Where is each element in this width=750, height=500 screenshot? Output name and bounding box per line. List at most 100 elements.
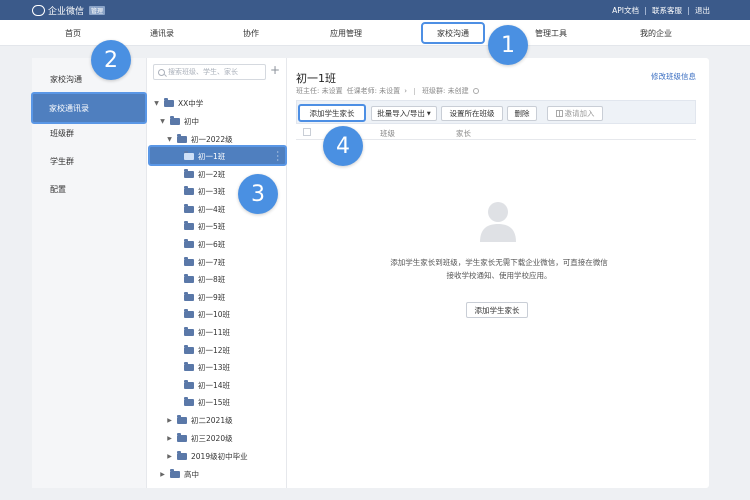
tree-node-label: 初一2022级: [191, 134, 233, 144]
sidebar-item-class-groups[interactable]: 班级群: [50, 128, 74, 139]
badge-number: 3: [251, 181, 265, 207]
nav-home-school[interactable]: 家校沟通: [421, 22, 485, 44]
tree-node-class[interactable]: 初一9班: [184, 291, 225, 303]
button-label: 删除: [514, 109, 530, 118]
tree-node-class[interactable]: 初一3班: [184, 186, 225, 198]
folder-icon: [170, 115, 180, 125]
folder-icon: [184, 397, 194, 407]
caret-down-icon[interactable]: ▼: [153, 100, 160, 107]
folder-icon: [184, 379, 194, 389]
sidebar-item-home-school[interactable]: 家校沟通: [50, 74, 82, 85]
nav-app-management[interactable]: 应用管理: [330, 28, 362, 39]
tree-node-grade-2021[interactable]: ▶ 初二2021级: [166, 414, 233, 426]
tree-node-label: 初中: [184, 116, 199, 126]
button-label: 添加学生家长: [309, 108, 355, 118]
tree-node-class-1[interactable]: 初一1班: [184, 150, 225, 162]
folder-icon: [184, 344, 194, 354]
caret-down-icon[interactable]: ▼: [159, 118, 166, 125]
tree-node-class[interactable]: 初一10班: [184, 309, 230, 321]
column-class: 班级: [380, 129, 395, 138]
tree-node-label: 初一1班: [198, 151, 226, 161]
caret-right-icon[interactable]: ▶: [166, 417, 173, 424]
select-all-checkbox[interactable]: [303, 128, 311, 136]
nav-contacts[interactable]: 通讯录: [150, 28, 174, 39]
brand-logo[interactable]: 企业微信 管理: [32, 4, 106, 17]
tree-node-class[interactable]: 初一15班: [184, 397, 230, 409]
search-icon: [158, 68, 165, 76]
info-icon[interactable]: [472, 88, 479, 94]
tree-node-label: 初一4班: [198, 204, 226, 214]
folder-icon: [184, 168, 194, 178]
tree-node-class[interactable]: 初一6班: [184, 238, 225, 250]
add-icon[interactable]: +: [270, 63, 280, 77]
tree-node-grade-2022[interactable]: ▼ 初一2022级: [166, 133, 233, 145]
tree-node-class[interactable]: 初一14班: [184, 379, 230, 391]
tree-node-label: 初一7班: [198, 257, 226, 267]
tree-node-label: 初二2021级: [191, 415, 233, 425]
folder-icon: [184, 362, 194, 372]
delete-button[interactable]: 删除: [507, 106, 537, 121]
nav-management-tools[interactable]: 管理工具: [535, 28, 567, 39]
badge-number: 2: [104, 47, 118, 73]
tree-node-label: 初一15班: [198, 398, 231, 408]
sidebar-item-contacts[interactable]: 家校通讯录: [31, 92, 147, 124]
tree-node-class[interactable]: 初一4班: [184, 203, 225, 215]
contact-support-link[interactable]: 联系客服: [652, 5, 682, 16]
brand-badge: 管理: [89, 6, 106, 15]
more-icon[interactable]: · · ·: [276, 149, 279, 165]
tree-node-class[interactable]: 初一2班: [184, 168, 225, 180]
tree-node-label: 初一6班: [198, 239, 226, 249]
caret-right-icon[interactable]: ▶: [159, 471, 166, 478]
tree-node-label: 初一13班: [198, 363, 231, 373]
empty-add-parent-button[interactable]: 添加学生家长: [466, 302, 528, 318]
nav-collaboration[interactable]: 协作: [243, 28, 259, 39]
folder-icon: [184, 291, 194, 301]
sidebar-item-student-groups[interactable]: 学生群: [50, 156, 74, 167]
divider: [414, 87, 415, 95]
badge-number: 4: [336, 133, 350, 159]
folder-icon: [184, 150, 194, 160]
tree-node-class[interactable]: 初一8班: [184, 274, 225, 286]
tree-node-junior-high[interactable]: ▼ 初中: [159, 115, 199, 127]
tree-node-grade-2019[interactable]: ▶ 2019级初中毕业: [166, 450, 248, 462]
nav-my-company[interactable]: 我的企业: [640, 28, 672, 39]
api-docs-link[interactable]: API文档: [612, 5, 639, 16]
tree-node-grade-2020[interactable]: ▶ 初三2020级: [166, 432, 233, 444]
empty-person-icon: [480, 202, 516, 242]
sidebar-item-label: 家校通讯录: [49, 103, 89, 113]
folder-icon: [184, 203, 194, 213]
caret-right-icon[interactable]: ▶: [166, 453, 173, 460]
folder-icon: [177, 133, 187, 143]
nav-home[interactable]: 首页: [65, 28, 81, 39]
button-label: 邀请加入: [564, 109, 595, 118]
sidebar-item-settings[interactable]: 配置: [50, 184, 66, 195]
tree-node-class[interactable]: 初一13班: [184, 362, 230, 374]
tree-node-label: 初一2班: [198, 169, 226, 179]
tree-node-class[interactable]: 初一11班: [184, 326, 230, 338]
tree-node-class[interactable]: 初一12班: [184, 344, 230, 356]
tree-node-school[interactable]: ▼ XX中学: [153, 97, 203, 109]
folder-icon: [170, 468, 180, 478]
invite-button[interactable]: 邀请加入: [547, 106, 603, 121]
step-badge-1: 1: [488, 25, 528, 65]
tree-node-label: 初三2020级: [191, 433, 233, 443]
step-badge-2: 2: [91, 40, 131, 80]
head-teacher: 班主任: 未设置: [296, 87, 343, 95]
tree-search-input[interactable]: 搜索班级、学生、家长: [153, 64, 266, 80]
tree-node-class[interactable]: 初一7班: [184, 256, 225, 268]
caret-right-icon[interactable]: ▶: [166, 435, 173, 442]
tree-node-senior-high[interactable]: ▶ 高中: [159, 468, 199, 480]
tree-node-class[interactable]: 初一5班: [184, 221, 225, 233]
column-parent: 家长: [456, 129, 471, 138]
folder-icon: [184, 326, 194, 336]
add-parent-button[interactable]: 添加学生家长: [298, 104, 366, 122]
import-export-button[interactable]: 批量导入/导出 ▼: [371, 106, 437, 121]
edit-class-info-link[interactable]: 修改班级信息: [651, 71, 696, 82]
caret-down-icon[interactable]: ▼: [166, 136, 173, 143]
logout-link[interactable]: 退出: [695, 5, 710, 16]
chevron-right-icon[interactable]: ›: [404, 87, 407, 95]
step-badge-3: 3: [238, 174, 278, 214]
badge-number: 1: [501, 32, 515, 58]
set-class-button[interactable]: 设置所在班级: [441, 106, 503, 121]
divider: [645, 6, 646, 15]
